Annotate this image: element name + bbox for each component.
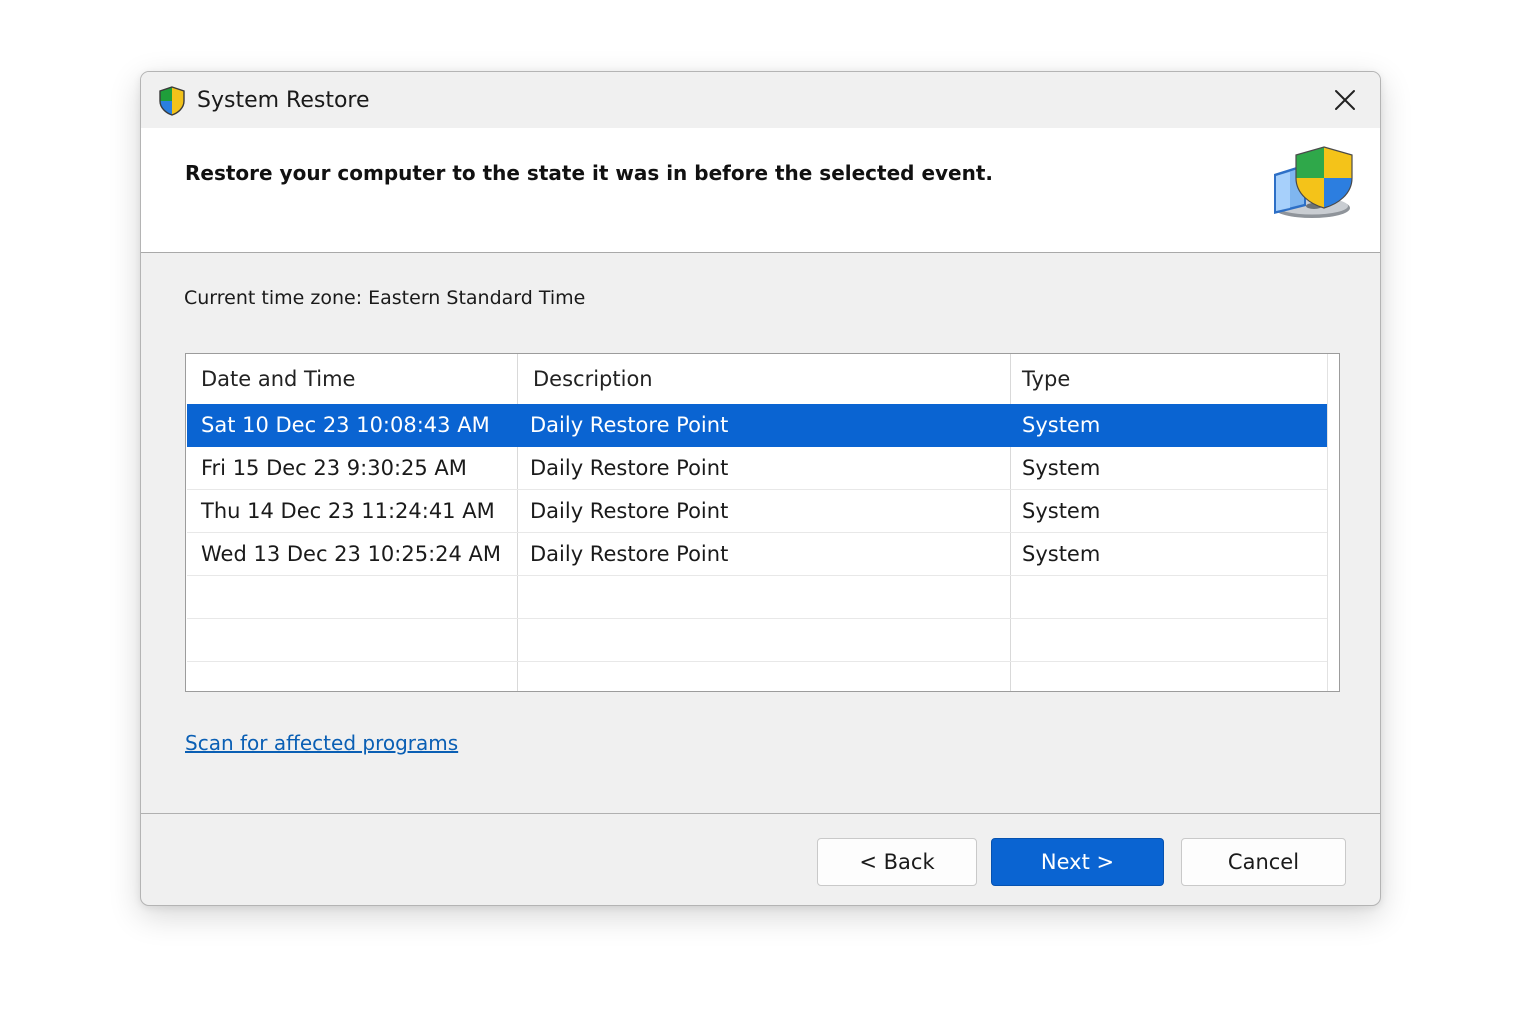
scan-affected-programs-link[interactable]: Scan for affected programs — [185, 731, 458, 755]
row-type: System — [1022, 413, 1101, 437]
row-type: System — [1022, 499, 1101, 523]
row-date: Sat 10 Dec 23 10:08:43 AM — [201, 413, 490, 437]
table-row[interactable]: Wed 13 Dec 23 10:25:24 AM Daily Restore … — [187, 533, 1327, 576]
column-header-description[interactable]: Description — [533, 354, 653, 404]
close-button[interactable] — [1324, 82, 1366, 118]
shield-icon — [159, 86, 185, 116]
window-title: System Restore — [197, 88, 370, 113]
table-row-empty — [187, 576, 1327, 619]
title-bar[interactable]: System Restore — [141, 72, 1380, 128]
row-type: System — [1022, 456, 1101, 480]
row-description: Daily Restore Point — [530, 413, 729, 437]
row-description: Daily Restore Point — [530, 499, 729, 523]
row-description: Daily Restore Point — [530, 456, 729, 480]
column-header-type[interactable]: Type — [1022, 354, 1070, 404]
footer-divider — [141, 813, 1380, 814]
row-type: System — [1022, 542, 1101, 566]
close-icon — [1335, 90, 1355, 110]
header-band: Restore your computer to the state it wa… — [141, 128, 1380, 253]
table-row[interactable]: Fri 15 Dec 23 9:30:25 AM Daily Restore P… — [187, 447, 1327, 490]
row-date: Fri 15 Dec 23 9:30:25 AM — [201, 456, 467, 480]
column-header-date[interactable]: Date and Time — [201, 354, 355, 404]
back-button[interactable]: < Back — [817, 838, 977, 886]
table-row[interactable]: Thu 14 Dec 23 11:24:41 AM Daily Restore … — [187, 490, 1327, 533]
restore-points-table: Date and Time Description Type Sat 10 De… — [185, 353, 1340, 692]
table-row-empty — [187, 619, 1327, 662]
page-heading: Restore your computer to the state it wa… — [185, 161, 994, 185]
vertical-scrollbar[interactable] — [1327, 354, 1339, 691]
time-zone-label: Current time zone: Eastern Standard Time — [184, 287, 586, 309]
table-header-row: Date and Time Description Type — [187, 354, 1327, 404]
table-row-empty — [187, 662, 1327, 691]
row-date: Thu 14 Dec 23 11:24:41 AM — [201, 499, 495, 523]
row-description: Daily Restore Point — [530, 542, 729, 566]
next-button[interactable]: Next > — [991, 838, 1164, 886]
cancel-button[interactable]: Cancel — [1181, 838, 1346, 886]
system-restore-icon — [1274, 146, 1353, 218]
row-date: Wed 13 Dec 23 10:25:24 AM — [201, 542, 502, 566]
system-restore-dialog: System Restore Restore your computer to … — [140, 71, 1381, 906]
table-row[interactable]: Sat 10 Dec 23 10:08:43 AM Daily Restore … — [187, 404, 1327, 447]
